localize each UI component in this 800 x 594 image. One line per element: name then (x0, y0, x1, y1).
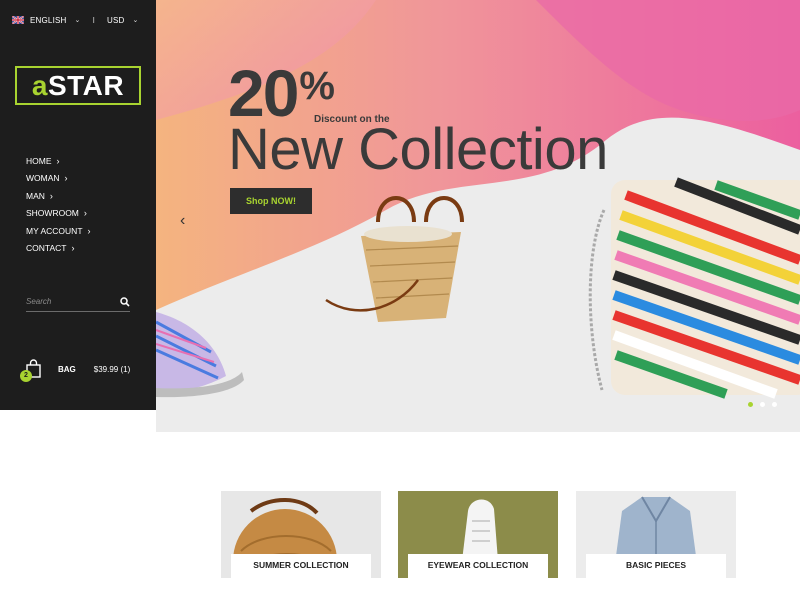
chevron-right-icon: › (49, 190, 53, 201)
bag-total: $39.99 (1) (93, 364, 131, 374)
nav-item-label: CONTACT (26, 243, 67, 254)
nav-item-showroom[interactable]: SHOWROOM › (26, 205, 91, 223)
chevron-left-icon[interactable]: ‹ (180, 212, 185, 230)
chevron-right-icon: › (56, 155, 60, 166)
search-icon[interactable] (120, 296, 130, 307)
nav-item-home[interactable]: HOME › (26, 152, 91, 170)
topbar: ENGLISH ⌄ I USD ⌄ (12, 14, 144, 26)
collection-card-summer[interactable]: SUMMER COLLECTION (221, 491, 381, 578)
slider-dot-3[interactable] (772, 402, 777, 407)
nav-item-man[interactable]: MAN › (26, 187, 91, 205)
search-box (26, 292, 130, 312)
collection-card-basic[interactable]: BASIC PIECES (576, 491, 736, 578)
collection-label[interactable]: SUMMER COLLECTION (231, 554, 371, 578)
striped-clutch-image (588, 177, 800, 399)
chevron-right-icon: › (71, 243, 75, 254)
collection-label[interactable]: BASIC PIECES (586, 554, 726, 578)
percent-sign: % (299, 64, 335, 108)
nav-item-my-account[interactable]: MY ACCOUNT › (26, 222, 91, 240)
topbar-separator: I (92, 15, 96, 25)
nav-item-label: MY ACCOUNT (26, 225, 83, 236)
logo-accent: a (31, 69, 48, 101)
hero-slider: 20% Discount on the New Collection Shop … (156, 0, 800, 432)
chevron-right-icon: › (83, 208, 87, 219)
chevron-right-icon: › (87, 225, 91, 236)
search-input[interactable] (26, 297, 106, 306)
sidebar: ENGLISH ⌄ I USD ⌄ a STAR HOME › WOMAN › MAN… (0, 0, 156, 410)
nav-item-label: SHOWROOM (26, 208, 79, 219)
chevron-right-icon: › (64, 173, 68, 184)
language-selector[interactable]: ENGLISH (30, 16, 67, 25)
shopping-bag-icon[interactable]: 2 (20, 358, 44, 382)
shop-now-button[interactable]: Shop NOW! (230, 188, 312, 214)
chevron-down-icon[interactable]: ⌄ (133, 16, 139, 24)
logo[interactable]: a STAR (15, 66, 141, 105)
collection-card-eyewear[interactable]: EYEWEAR COLLECTION (398, 491, 558, 578)
nav-item-contact[interactable]: CONTACT › (26, 240, 91, 258)
nav-item-label: HOME (26, 155, 52, 166)
slider-dot-2[interactable] (760, 402, 765, 407)
nav-item-label: MAN (26, 190, 45, 201)
bag-summary[interactable]: 2 BAG $39.99 (1) (20, 357, 152, 382)
currency-selector[interactable]: USD (107, 16, 125, 25)
main-nav: HOME › WOMAN › MAN › SHOWROOM › MY ACCOUNT › … (26, 152, 91, 257)
nav-item-woman[interactable]: WOMAN › (26, 170, 91, 188)
slider-dot-1[interactable] (748, 402, 753, 407)
logo-text: STAR (47, 69, 125, 101)
nav-item-label: WOMAN (26, 173, 60, 184)
collection-label[interactable]: EYEWEAR COLLECTION (408, 554, 548, 578)
bag-count-badge: 2 (20, 370, 32, 382)
hero-headline: New Collection (228, 117, 608, 182)
chevron-down-icon[interactable]: ⌄ (75, 16, 81, 24)
bag-label: BAG (58, 364, 76, 374)
uk-flag-icon (12, 16, 24, 24)
slider-dots (748, 402, 777, 407)
